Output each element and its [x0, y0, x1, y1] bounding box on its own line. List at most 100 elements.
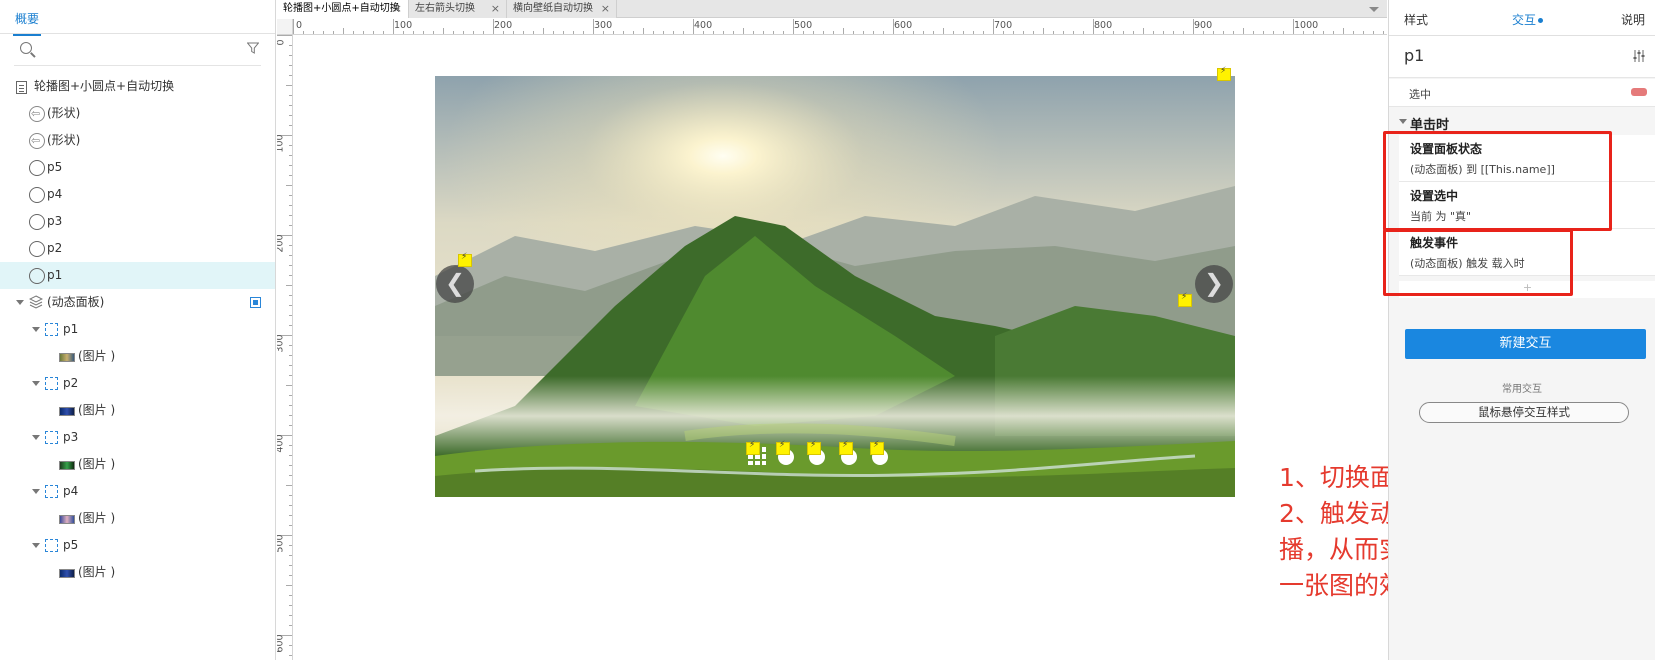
ruler-label: 0: [296, 20, 303, 31]
horizontal-ruler: 0 100 200 300 400 500 600 700 800 900 10…: [293, 19, 1387, 35]
state-icon: [45, 431, 58, 444]
tree-image-p1[interactable]: (图片 ): [0, 343, 275, 370]
tree-item-p1[interactable]: p1: [0, 262, 275, 289]
page-tab-bar: 轮播图+小圆点+自动切换 × 左右箭头切换 × 横向壁纸自动切换 ×: [277, 0, 1387, 18]
interaction-bolt-icon[interactable]: [870, 440, 884, 455]
panel-load-bolt-icon[interactable]: [1217, 66, 1231, 81]
tree-state-label: p4: [63, 484, 79, 498]
interaction-bolt-icon[interactable]: [839, 440, 853, 455]
image-thumbnail-icon: [59, 569, 75, 578]
ruler-label: 0: [277, 39, 287, 45]
tree-image-p2[interactable]: (图片 ): [0, 397, 275, 424]
tree-state-p5[interactable]: p5: [0, 532, 275, 559]
tree-item-p2[interactable]: p2: [0, 235, 275, 262]
new-interaction-button[interactable]: 新建交互: [1405, 329, 1646, 359]
tree-state-p1[interactable]: p1: [0, 316, 275, 343]
image-thumbnail-icon: [59, 515, 75, 524]
tree-item-label: (形状): [47, 133, 81, 147]
next-arrow-button[interactable]: ❯: [1195, 265, 1233, 303]
chevron-left-icon: ❮: [444, 269, 466, 297]
tree-state-p4[interactable]: p4: [0, 478, 275, 505]
interaction-bolt-icon[interactable]: [746, 440, 760, 455]
collapse-caret-icon[interactable]: [16, 300, 24, 305]
tree-item-label: (形状): [47, 106, 81, 120]
tree-page-row[interactable]: 轮播图+小圆点+自动切换: [0, 73, 275, 100]
tree-image-label: (图片 ): [78, 457, 116, 471]
object-name[interactable]: p1: [1404, 46, 1424, 65]
close-icon[interactable]: ×: [491, 0, 500, 17]
tab-list-dropdown-icon[interactable]: [1369, 7, 1379, 12]
interaction-bolt-icon[interactable]: [807, 440, 821, 455]
tab-interaction-label: 交互: [1512, 13, 1537, 27]
selected-style-swatch[interactable]: [1631, 88, 1647, 96]
tree-image-label: (图片 ): [78, 349, 116, 363]
outline-panel: 概要 轮播图+小圆点+自动切换 (形状) (形状) p5 p4 p3 p2 p1: [0, 0, 276, 660]
circle-icon: [29, 214, 45, 230]
search-icon: [20, 42, 32, 54]
close-icon[interactable]: ×: [393, 0, 402, 17]
arrow-shape-icon: [29, 100, 45, 127]
object-name-row: p1: [1389, 36, 1655, 78]
collapse-caret-icon[interactable]: [32, 327, 40, 332]
settings-sliders-icon[interactable]: [1633, 50, 1645, 62]
tree-item-p3[interactable]: p3: [0, 208, 275, 235]
tree-dynamic-panel[interactable]: (动态面板): [0, 289, 275, 316]
tree-image-p4[interactable]: (图片 ): [0, 505, 275, 532]
tab-notes[interactable]: 说明: [1621, 11, 1645, 28]
tree-item-p5[interactable]: p5: [0, 154, 275, 181]
tab-style[interactable]: 样式: [1404, 11, 1428, 28]
tree-item-shape-1[interactable]: (形状): [0, 100, 275, 127]
outline-search-input[interactable]: [42, 39, 232, 61]
ruler-label: 700: [994, 20, 1013, 31]
selected-label: 选中: [1409, 88, 1431, 101]
circle-icon: [29, 187, 45, 203]
outline-tab[interactable]: 概要: [12, 10, 42, 36]
tree-item-shape-2[interactable]: (形状): [0, 127, 275, 154]
tab-label: 横向壁纸自动切换: [513, 3, 593, 14]
prev-arrow-button[interactable]: ❮: [436, 265, 474, 303]
tree-image-p5[interactable]: (图片 ): [0, 559, 275, 586]
tree-state-p3[interactable]: p3: [0, 424, 275, 451]
inspector-tabs: 样式 交互 说明: [1389, 0, 1655, 40]
carousel-dynamic-panel[interactable]: ❮ ❯: [435, 76, 1235, 497]
tree-item-p4[interactable]: p4: [0, 181, 275, 208]
selected-state-row[interactable]: 选中: [1389, 79, 1655, 107]
tree-state-label: p1: [63, 322, 79, 336]
collapse-caret-icon[interactable]: [32, 489, 40, 494]
close-icon[interactable]: ×: [601, 0, 610, 17]
page-icon: [16, 81, 27, 94]
hover-style-button[interactable]: 鼠标悬停交互样式: [1419, 402, 1629, 423]
tree-item-label: p1: [47, 268, 63, 282]
tree-state-label: p3: [63, 430, 79, 444]
ruler-label: 500: [277, 534, 286, 553]
collapse-caret-icon[interactable]: [32, 381, 40, 386]
interaction-bolt-icon[interactable]: [1178, 292, 1192, 307]
page-tab-carousel[interactable]: 轮播图+小圆点+自动切换 ×: [277, 0, 409, 18]
interaction-bolt-icon[interactable]: [458, 252, 472, 267]
image-thumbnail-icon: [59, 461, 75, 470]
ruler-label: 400: [694, 20, 713, 31]
tree-item-label: p4: [47, 187, 63, 201]
ruler-label: 100: [277, 134, 286, 153]
highlight-box-fire-event: [1383, 229, 1573, 296]
circle-icon: [29, 268, 45, 284]
interaction-bolt-icon[interactable]: [776, 440, 790, 455]
tab-interaction[interactable]: 交互: [1509, 11, 1544, 40]
panel-visibility-icon[interactable]: [250, 297, 261, 308]
arrow-shape-icon: [29, 127, 45, 154]
ruler-label: 600: [894, 20, 913, 31]
modified-dot-icon: [1538, 18, 1544, 23]
collapse-caret-icon[interactable]: [1399, 119, 1407, 124]
page-tab-wallpaper[interactable]: 横向壁纸自动切换 ×: [507, 0, 617, 18]
tree-state-p2[interactable]: p2: [0, 370, 275, 397]
ruler-label: 800: [1094, 20, 1113, 31]
tree-image-p3[interactable]: (图片 ): [0, 451, 275, 478]
ruler-label: 200: [277, 234, 286, 253]
page-tab-arrows[interactable]: 左右箭头切换 ×: [409, 0, 507, 18]
ruler-label: 200: [494, 20, 513, 31]
collapse-caret-icon[interactable]: [32, 435, 40, 440]
tab-label: 轮播图+小圆点+自动切换: [283, 3, 400, 14]
collapse-caret-icon[interactable]: [32, 543, 40, 548]
ruler-ticks: [293, 19, 1384, 34]
filter-icon[interactable]: [247, 42, 259, 54]
